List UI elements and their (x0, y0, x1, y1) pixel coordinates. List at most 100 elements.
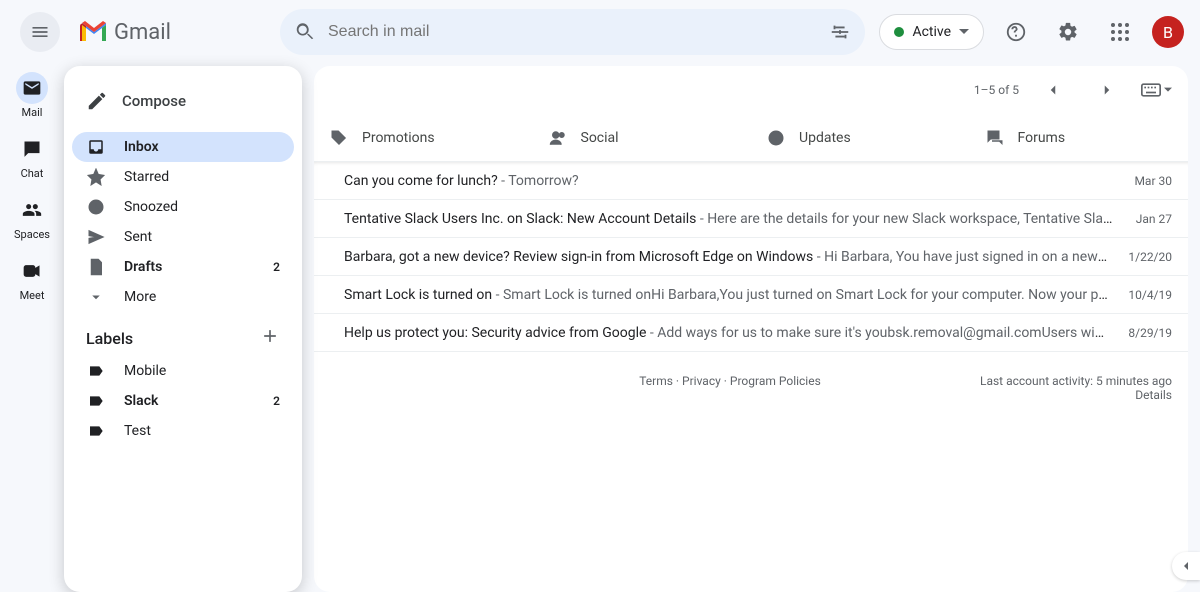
tab-social[interactable]: Social (533, 114, 752, 161)
clock-icon (87, 198, 105, 216)
message-subject: Smart Lock is turned on (344, 287, 492, 303)
settings-button[interactable] (1048, 12, 1088, 52)
message-subject: Tentative Slack Users Inc. on Slack: New… (344, 211, 696, 227)
details-link[interactable]: Details (1135, 388, 1172, 402)
tab-updates[interactable]: Updates (751, 114, 970, 161)
rail-label: Spaces (14, 228, 50, 241)
tab-label: Forums (1018, 130, 1066, 146)
nav-count: 2 (273, 260, 280, 274)
category-tabs: Promotions Social Updates Forums (314, 114, 1188, 162)
star-icon (87, 168, 105, 186)
tab-label: Promotions (362, 130, 435, 146)
nav-item-sent[interactable]: Sent (72, 222, 294, 252)
rail-item-chat[interactable]: Chat (4, 129, 60, 184)
message-snippet: Tomorrow? (508, 173, 578, 189)
logo[interactable]: Gmail (80, 20, 280, 45)
inbox-icon (87, 138, 105, 156)
chat-icon (22, 139, 42, 159)
chevron-right-icon (1098, 81, 1116, 99)
next-page-button[interactable] (1087, 70, 1127, 110)
chevron-left-icon (1044, 81, 1062, 99)
nav-label: Sent (124, 229, 152, 245)
rail-item-meet[interactable]: Meet (4, 251, 60, 306)
message-content: Barbara, got a new device? Review sign-i… (344, 249, 1108, 265)
nav-item-drafts[interactable]: Drafts 2 (72, 252, 294, 282)
labels-title: Labels (86, 329, 133, 348)
main-panel: 1–5 of 5 Promotions Social Updates Foru (314, 66, 1188, 592)
nav-item-inbox[interactable]: Inbox (72, 132, 294, 162)
search-input[interactable] (328, 23, 829, 41)
privacy-link[interactable]: Privacy (682, 374, 721, 388)
message-snippet: Add ways for us to make sure it's youbsk… (657, 325, 1108, 341)
header-actions: Active B (879, 12, 1184, 52)
label-name: Test (124, 423, 151, 439)
label-icon (88, 423, 104, 439)
add-label-button[interactable] (260, 326, 280, 350)
label-item-slack[interactable]: Slack 2 (72, 386, 294, 416)
label-icon (88, 393, 104, 409)
forum-icon (986, 129, 1004, 147)
search-container (280, 9, 865, 55)
app-header: Gmail Active B (0, 0, 1200, 64)
gear-icon (1057, 21, 1079, 43)
main-menu-button[interactable] (20, 12, 60, 52)
status-dot-icon (894, 27, 904, 37)
message-sep: - (498, 173, 509, 189)
message-date: 10/4/19 (1128, 288, 1172, 302)
message-row[interactable]: Smart Lock is turned on - Smart Lock is … (314, 276, 1188, 314)
footer-activity: Last account activity: 5 minutes ago Det… (980, 374, 1172, 402)
support-button[interactable] (996, 12, 1036, 52)
nav-item-snoozed[interactable]: Snoozed (72, 192, 294, 222)
input-tools-button[interactable] (1141, 83, 1172, 97)
account-avatar[interactable]: B (1152, 16, 1184, 48)
message-date: Jan 27 (1136, 212, 1172, 226)
toolbar-right: 1–5 of 5 (974, 70, 1172, 110)
label-item-test[interactable]: Test (72, 416, 294, 446)
nav-label: Drafts (124, 259, 162, 275)
label-item-mobile[interactable]: Mobile (72, 356, 294, 386)
message-date: 1/22/20 (1128, 250, 1172, 264)
label-name: Slack (124, 393, 158, 409)
side-panel-toggle[interactable] (1172, 552, 1200, 580)
policies-link[interactable]: Program Policies (730, 374, 821, 388)
message-row[interactable]: Tentative Slack Users Inc. on Slack: New… (314, 200, 1188, 238)
search-options-icon[interactable] (829, 21, 851, 43)
rail-item-mail[interactable]: Mail (4, 68, 60, 123)
rail-item-spaces[interactable]: Spaces (4, 190, 60, 245)
nav-label: Snoozed (124, 199, 178, 215)
pagination-range: 1–5 of 5 (974, 83, 1019, 97)
tag-icon (330, 129, 348, 147)
hamburger-icon (30, 22, 50, 42)
prev-page-button[interactable] (1033, 70, 1073, 110)
nav-item-more[interactable]: More (72, 282, 294, 312)
message-snippet: Smart Lock is turned onHi Barbara,You ju… (503, 287, 1108, 303)
nav-label: Starred (124, 169, 169, 185)
nav-item-starred[interactable]: Starred (72, 162, 294, 192)
compose-button[interactable]: Compose (72, 82, 294, 120)
tab-forums[interactable]: Forums (970, 114, 1189, 161)
message-date: Mar 30 (1134, 174, 1172, 188)
message-row[interactable]: Can you come for lunch? - Tomorrow? Mar … (314, 162, 1188, 200)
tab-label: Updates (799, 130, 851, 146)
nav-label: Inbox (124, 139, 159, 155)
tab-promotions[interactable]: Promotions (314, 114, 533, 161)
google-apps-button[interactable] (1100, 12, 1140, 52)
message-row[interactable]: Help us protect you: Security advice fro… (314, 314, 1188, 352)
message-row[interactable]: Barbara, got a new device? Review sign-i… (314, 238, 1188, 276)
chevron-left-icon (1178, 558, 1194, 574)
body: Mail Chat Spaces Meet Compose Inbox Star… (0, 64, 1200, 592)
message-subject: Barbara, got a new device? Review sign-i… (344, 249, 813, 265)
plus-icon (260, 326, 280, 346)
message-content: Smart Lock is turned on - Smart Lock is … (344, 287, 1108, 303)
search-bar[interactable] (280, 9, 865, 55)
caret-down-icon (959, 27, 969, 37)
rail-label: Meet (20, 289, 45, 302)
message-date: 8/29/19 (1128, 326, 1172, 340)
label-count: 2 (273, 394, 280, 408)
terms-link[interactable]: Terms (639, 374, 673, 388)
status-chip[interactable]: Active (879, 14, 984, 50)
people-icon (549, 129, 567, 147)
nav-label: More (124, 289, 156, 305)
message-sep: - (492, 287, 503, 303)
message-subject: Help us protect you: Security advice fro… (344, 325, 646, 341)
